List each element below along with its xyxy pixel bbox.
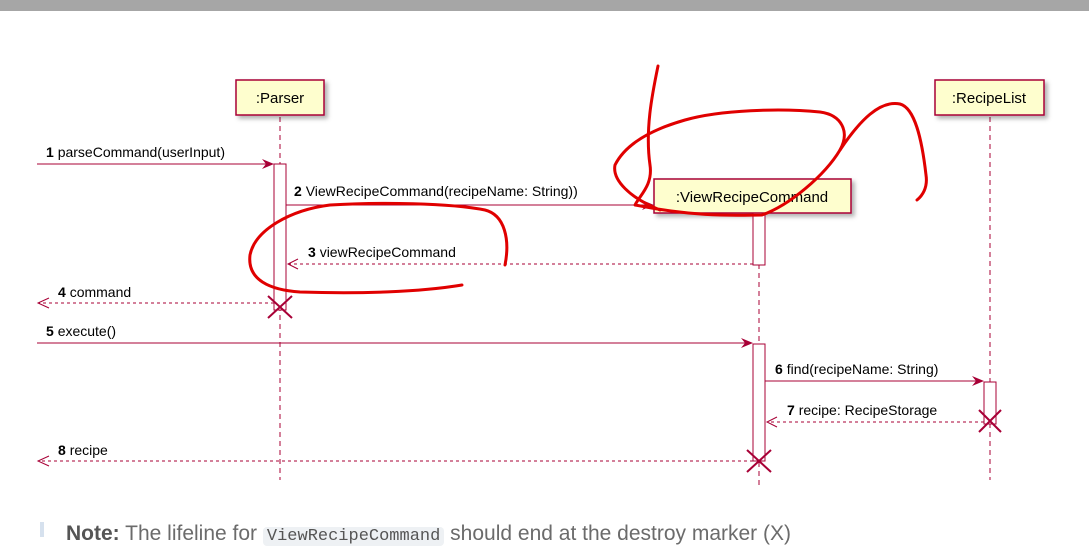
message-2: 2 ViewRecipeCommand(recipeName: String)) xyxy=(286,183,654,210)
message-6-number: 6 xyxy=(775,361,783,377)
message-4-number: 4 xyxy=(58,284,66,300)
message-4-label: command xyxy=(70,284,131,300)
note-left-border xyxy=(40,522,44,537)
red-annotation-curve-right xyxy=(838,102,928,202)
svg-text:8 recipe: 8 recipe xyxy=(58,442,108,458)
message-6: 6 find(recipeName: String) xyxy=(765,361,984,386)
note-text-after: should end at the destroy marker (X) xyxy=(450,522,792,545)
message-8-number: 8 xyxy=(58,442,66,458)
message-6-label: find(recipeName: String) xyxy=(787,361,939,377)
participant-viewrecipecommand: :ViewRecipeCommand xyxy=(653,178,852,214)
sequence-diagram: :Parser :ViewRecipeCommand :RecipeList 1… xyxy=(36,64,1045,485)
message-5-label: execute() xyxy=(58,323,116,339)
participant-recipelist: :RecipeList xyxy=(934,79,1045,116)
message-4: 4 command xyxy=(36,284,274,309)
svg-text:6 find(recipeName: String): 6 find(recipeName: String) xyxy=(775,361,938,377)
message-5-number: 5 xyxy=(46,323,54,339)
message-7: 7 recipe: RecipeStorage xyxy=(765,402,984,428)
participant-recipelist-label: :RecipeList xyxy=(952,90,1027,107)
note-text: Note: The lifeline for ViewRecipeCommand… xyxy=(66,522,791,552)
message-3: 3 viewRecipeCommand xyxy=(286,244,753,270)
svg-text:4 command: 4 command xyxy=(58,284,131,300)
participant-viewrecipecommand-label: :ViewRecipeCommand xyxy=(676,189,828,206)
message-8: 8 recipe xyxy=(36,442,753,467)
note-text-before: The lifeline for xyxy=(125,522,258,545)
message-1: 1 parseCommand(userInput) xyxy=(37,144,274,169)
message-5: 5 execute() xyxy=(37,323,753,348)
message-1-label: parseCommand(userInput) xyxy=(58,144,225,160)
participant-parser: :Parser xyxy=(235,79,325,116)
message-3-label: viewRecipeCommand xyxy=(320,244,456,260)
activation-viewrecipecommand-2 xyxy=(752,343,766,462)
message-3-number: 3 xyxy=(308,244,316,260)
svg-text:3 viewRecipeCommand: 3 viewRecipeCommand xyxy=(308,244,456,260)
message-8-label: recipe xyxy=(70,442,108,458)
message-2-label: ViewRecipeCommand(recipeName: String)) xyxy=(306,183,578,199)
svg-text:1 parseCommand(userInput): 1 parseCommand(userInput) xyxy=(46,144,225,160)
note-label: Note: xyxy=(66,522,120,545)
participant-parser-label: :Parser xyxy=(256,90,304,107)
message-1-number: 1 xyxy=(46,144,54,160)
svg-text:2 ViewRecipeCommand(recipeName: 2 ViewRecipeCommand(recipeName: String)) xyxy=(294,183,578,199)
message-7-number: 7 xyxy=(787,402,795,418)
svg-text:7 recipe: RecipeStorage: 7 recipe: RecipeStorage xyxy=(787,402,937,418)
svg-text:5 execute(): 5 execute() xyxy=(46,323,116,339)
message-2-number: 2 xyxy=(294,183,302,199)
activation-viewrecipecommand-1 xyxy=(752,212,766,266)
message-7-label: recipe: RecipeStorage xyxy=(799,402,938,418)
